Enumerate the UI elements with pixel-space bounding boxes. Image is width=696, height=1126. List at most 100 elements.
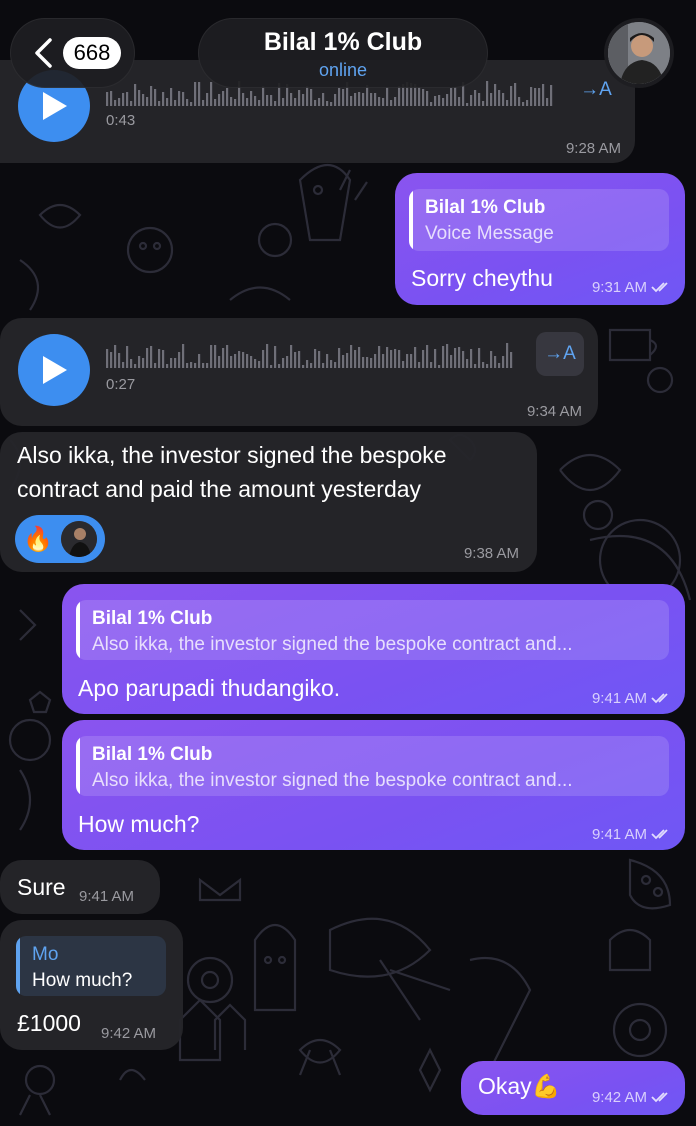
- waveform-bar: [354, 350, 357, 368]
- incoming-message-bubble[interactable]: Sure 9:41 AM: [0, 860, 160, 914]
- waveform-bar: [170, 358, 173, 368]
- waveform-bar: [270, 95, 273, 106]
- waveform-bar: [350, 96, 353, 106]
- waveform-bar: [542, 84, 545, 106]
- waveform-bar: [522, 102, 525, 106]
- chat-avatar[interactable]: [604, 18, 674, 88]
- waveform-bar: [118, 353, 121, 368]
- message-time: 9:41 AM: [592, 826, 673, 843]
- message-text: Sure: [17, 874, 66, 900]
- transcribe-button[interactable]: →A: [536, 332, 584, 376]
- message-text: £1000: [17, 1010, 81, 1036]
- waveform-bar: [382, 98, 385, 106]
- read-ticks-icon: [651, 1092, 668, 1103]
- waveform-bar: [258, 361, 261, 368]
- waveform-bar: [494, 356, 497, 368]
- waveform-bar: [146, 348, 149, 368]
- waveform-bar: [218, 356, 221, 368]
- waveform-bar: [190, 362, 193, 368]
- waveform-bar: [110, 352, 113, 368]
- reply-text: How much?: [32, 970, 133, 991]
- waveform-bar: [146, 97, 149, 106]
- fire-reaction[interactable]: 🔥: [23, 525, 53, 554]
- waveform-bar: [418, 362, 421, 368]
- outgoing-message-bubble[interactable]: Bilal 1% Club Voice Message Sorry cheyth…: [395, 173, 685, 305]
- play-button[interactable]: [18, 334, 90, 406]
- waveform-bar: [342, 89, 345, 106]
- waveform-bar: [346, 353, 349, 368]
- reply-text: Also ikka, the investor signed the bespo…: [92, 634, 573, 655]
- reactions-row[interactable]: 🔥: [15, 515, 105, 563]
- waveform-bar: [466, 359, 469, 368]
- waveform-bar: [410, 354, 413, 368]
- waveform-bar: [530, 87, 533, 106]
- waveform-bar: [366, 85, 369, 106]
- waveform-bar: [290, 345, 293, 368]
- waveform-bar: [282, 358, 285, 368]
- incoming-message-bubble[interactable]: Also ikka, the investor signed the bespo…: [0, 432, 537, 572]
- waveform-bar: [490, 93, 493, 106]
- reply-sender: Bilal 1% Club: [92, 744, 213, 765]
- waveform-bar: [242, 352, 245, 368]
- message-text: Sorry cheythu: [411, 265, 553, 291]
- outgoing-message-bubble[interactable]: Okay💪 9:42 AM: [461, 1061, 685, 1115]
- read-ticks-icon: [651, 693, 668, 704]
- incoming-message-bubble[interactable]: Mo How much? £1000 9:42 AM: [0, 920, 183, 1050]
- waveform-bar: [422, 89, 425, 106]
- reply-preview[interactable]: Bilal 1% Club Also ikka, the investor si…: [76, 600, 669, 660]
- waveform-bar: [158, 349, 161, 368]
- waveform-bar: [130, 101, 133, 106]
- waveform-bar: [242, 93, 245, 106]
- waveform-bar: [526, 100, 529, 106]
- waveform-bar: [150, 86, 153, 106]
- waveform-bar: [434, 349, 437, 368]
- waveform-bar: [234, 354, 237, 368]
- waveform-bar: [118, 98, 121, 106]
- waveform-bar: [434, 96, 437, 106]
- reply-preview[interactable]: Bilal 1% Club Voice Message: [409, 189, 669, 251]
- waveform-bar: [262, 86, 265, 106]
- voice-message-bubble[interactable]: 0:27 →A 9:34 AM: [0, 318, 598, 426]
- waveform-bar: [470, 349, 473, 368]
- message-time: 9:34 AM: [526, 403, 582, 420]
- waveform-bar: [114, 100, 117, 106]
- message-time: 9:42 AM: [592, 1089, 673, 1106]
- waveform-bar: [406, 354, 409, 368]
- waveform-bar: [226, 88, 229, 106]
- back-button[interactable]: 668: [10, 18, 135, 88]
- waveform-bar: [278, 364, 281, 368]
- waveform-bar: [474, 90, 477, 106]
- waveform-bar: [362, 93, 365, 106]
- reply-preview[interactable]: Bilal 1% Club Also ikka, the investor si…: [76, 736, 669, 796]
- waveform-bar: [450, 355, 453, 368]
- message-time: 9:41 AM: [79, 888, 135, 905]
- waveform-bar: [510, 352, 513, 368]
- waveform-bar: [238, 351, 241, 368]
- waveform-bar: [274, 346, 277, 368]
- waveform-bar: [230, 97, 233, 106]
- message-time-label: 9:31 AM: [591, 279, 647, 296]
- waveform-bar: [454, 348, 457, 368]
- message-text: Apo parupadi thudangiko.: [78, 675, 341, 701]
- waveform-bar: [302, 94, 305, 106]
- outgoing-message-bubble[interactable]: Bilal 1% Club Also ikka, the investor si…: [62, 720, 685, 850]
- waveform-bar: [134, 84, 137, 106]
- message-time: 9:31 AM: [592, 279, 673, 296]
- waveform-bar: [458, 97, 461, 106]
- outgoing-message-bubble[interactable]: Bilal 1% Club Also ikka, the investor si…: [62, 584, 685, 714]
- waveform-bar: [214, 345, 217, 368]
- waveform-bar: [470, 95, 473, 106]
- waveform-bar: [510, 86, 513, 106]
- message-list[interactable]: 0:43 →A 9:28 AM 668 Bilal 1% Club online…: [0, 0, 696, 1126]
- waveform-bar: [266, 95, 269, 106]
- waveform-bar: [322, 93, 325, 106]
- waveform-bar: [306, 360, 309, 368]
- reply-preview[interactable]: Mo How much?: [16, 936, 166, 996]
- waveform-bar: [334, 94, 337, 106]
- chat-title-area[interactable]: Bilal 1% Club online: [198, 18, 488, 88]
- waveform-bar: [450, 88, 453, 106]
- waveform-bar: [106, 92, 109, 106]
- waveform-bar: [390, 350, 393, 368]
- waveform-bar: [166, 364, 169, 368]
- waveform-bar: [446, 94, 449, 106]
